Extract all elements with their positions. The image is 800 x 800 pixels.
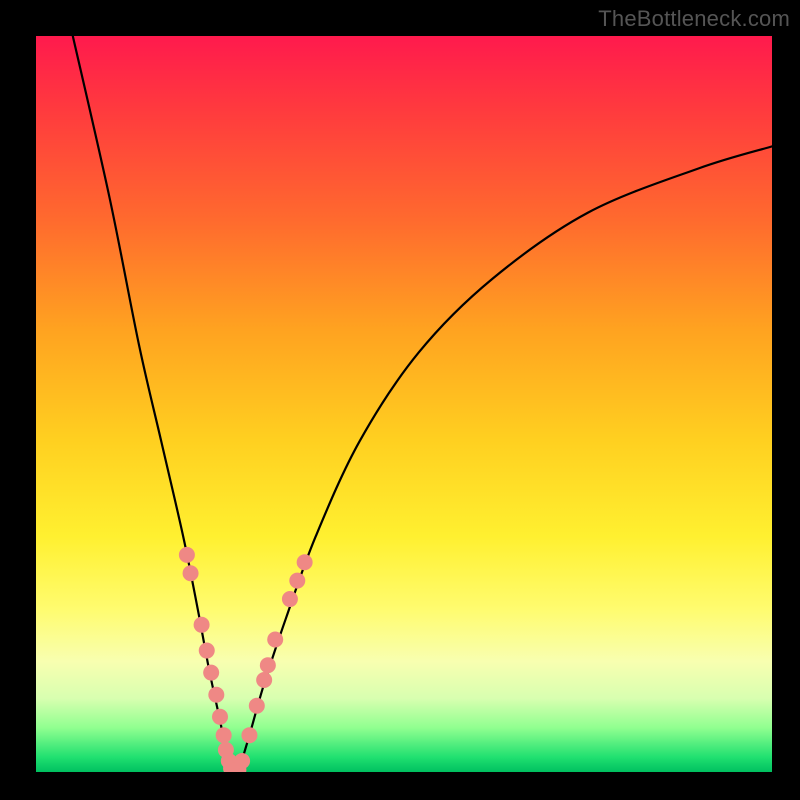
highlight-dot [216,727,232,743]
watermark-text: TheBottleneck.com [598,6,790,32]
highlight-dot [260,657,276,673]
highlight-dot [256,672,272,688]
curve-left-branch [73,36,231,772]
highlight-dot [183,565,199,581]
highlight-dot [297,554,313,570]
highlight-dot [241,727,257,743]
highlight-dot [282,591,298,607]
highlight-dot [267,632,283,648]
highlight-dot [234,753,250,769]
highlight-dot [179,547,195,563]
highlight-dot [249,698,265,714]
curve-right-branch [238,146,772,772]
highlight-dot [212,709,228,725]
chart-frame: TheBottleneck.com [0,0,800,800]
chart-svg [36,36,772,772]
highlight-dot [208,687,224,703]
chart-plot-area [36,36,772,772]
highlight-dot [203,665,219,681]
highlight-dot [199,643,215,659]
highlight-dot [194,617,210,633]
highlight-dot [289,573,305,589]
